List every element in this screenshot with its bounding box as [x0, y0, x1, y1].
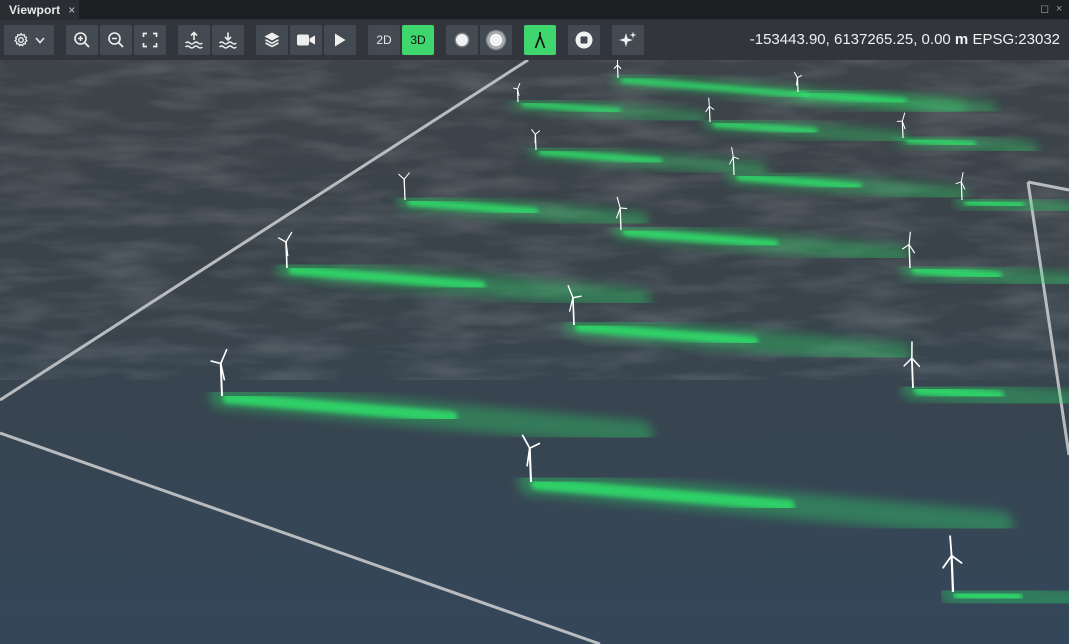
turbine-icon [534, 32, 546, 49]
view-2d-label: 2D [376, 33, 392, 47]
record-stop-icon [575, 31, 593, 49]
tab-close-icon[interactable]: × [68, 4, 75, 16]
sphere-glow-icon [486, 30, 506, 50]
sphere-icon [454, 32, 470, 48]
coordinate-crs: EPSG:23032 [972, 31, 1060, 48]
turbine-wake-core [952, 587, 1024, 605]
view-2d-button[interactable]: 2D [368, 25, 400, 55]
fit-extent-button[interactable] [134, 25, 166, 55]
raise-sea-level-icon [184, 31, 203, 49]
view-3d-label: 3D [410, 33, 426, 47]
turbine-wake-core [905, 136, 977, 148]
settings-button[interactable] [4, 25, 54, 55]
lower-sea-level-icon [218, 32, 237, 49]
gear-icon [13, 32, 28, 47]
zoom-out-button[interactable] [100, 25, 132, 55]
play-icon [335, 33, 346, 47]
layers-button[interactable] [256, 25, 288, 55]
lower-sea-level-button[interactable] [212, 25, 244, 55]
stop-recording-button[interactable] [568, 25, 600, 55]
close-window-icon[interactable]: × [1056, 3, 1062, 15]
sphere-button[interactable] [446, 25, 478, 55]
record-video-button[interactable] [290, 25, 322, 55]
zoom-in-icon [74, 32, 90, 48]
restore-window-icon[interactable]: ◻ [1040, 3, 1049, 15]
raise-sea-level-button[interactable] [178, 25, 210, 55]
tab-bar: Viewport × ◻ × [0, 0, 1069, 20]
chevron-down-icon [34, 37, 45, 44]
turbine-tool-button[interactable] [524, 25, 556, 55]
viewport-toolbar: 2D 3D -153443.90, 6137265.25, 0.00 m EPS… [0, 20, 1069, 60]
coordinate-unit: m [954, 31, 969, 48]
coordinate-readout: -153443.90, 6137265.25, 0.00 m EPSG:2303… [750, 31, 1060, 48]
view-3d-button[interactable]: 3D [402, 25, 434, 55]
sphere-glow-button[interactable] [480, 25, 512, 55]
tab-viewport[interactable]: Viewport × [0, 0, 79, 19]
turbine-wake-core [913, 384, 1005, 402]
zoom-in-button[interactable] [66, 25, 98, 55]
fit-extent-icon [142, 32, 158, 48]
video-camera-icon [297, 34, 315, 46]
zoom-out-icon [108, 32, 124, 48]
tab-title: Viewport [9, 2, 61, 17]
sea-scene[interactable] [0, 60, 1069, 644]
turbine-wake-core [964, 198, 1025, 210]
3d-viewport[interactable] [0, 60, 1069, 644]
effects-button[interactable] [612, 25, 644, 55]
sparkles-icon [619, 31, 637, 47]
play-button[interactable] [324, 25, 356, 55]
layers-icon [264, 32, 280, 48]
turbine-wake-core [911, 265, 1002, 281]
coordinate-values: -153443.90, 6137265.25, 0.00 [749, 31, 951, 48]
